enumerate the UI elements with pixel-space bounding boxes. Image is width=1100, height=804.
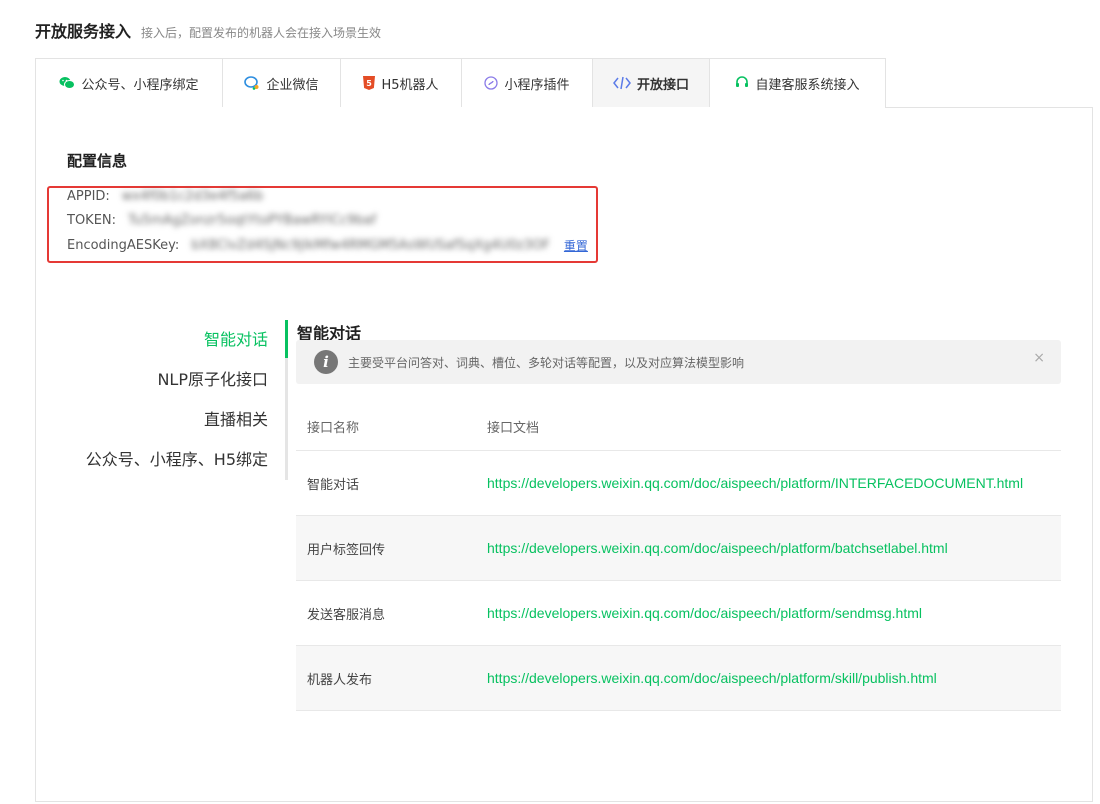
token-value: Tu5mAgZonzr5oqtYtoPYBawRYlCc9baf [128, 213, 377, 228]
aes-key-row: EncodingAESKey: bX8ClvZd4SjNc9jlkMfw4RMG… [67, 237, 588, 254]
info-icon: i [314, 350, 338, 374]
code-icon [613, 76, 631, 90]
api-name: 用户标签回传 [307, 542, 386, 558]
svg-text:5: 5 [367, 79, 373, 88]
miniprogram-icon [484, 76, 499, 90]
table-row: 智能对话 https://developers.weixin.qq.com/do… [296, 451, 1061, 516]
wecom-icon [244, 76, 260, 90]
sidebar-item-nlp[interactable]: NLP原子化接口 [60, 358, 288, 398]
api-name: 智能对话 [307, 477, 360, 493]
appid-value: wx4f0b1c2d3e4f5a6b [121, 189, 264, 204]
table-row: 发送客服消息 https://developers.weixin.qq.com/… [296, 581, 1061, 646]
api-doc-link[interactable]: https://developers.weixin.qq.com/doc/ais… [487, 670, 937, 686]
tab-label: 开放接口 [636, 77, 689, 93]
table-row: 用户标签回传 https://developers.weixin.qq.com/… [296, 516, 1061, 581]
table-row: 机器人发布 https://developers.weixin.qq.com/d… [296, 646, 1061, 711]
token-row: TOKEN: Tu5mAgZonzr5oqtYtoPYBawRYlCc9baf [67, 213, 376, 228]
column-header: 接口文档 [487, 420, 540, 436]
api-doc-link[interactable]: https://developers.weixin.qq.com/doc/ais… [487, 605, 922, 621]
tab-open-api[interactable]: 开放接口 [592, 58, 709, 108]
appid-row: APPID: wx4f0b1c2d3e4f5a6b [67, 189, 263, 204]
tab-label: 自建客服系统接入 [755, 77, 860, 93]
config-title: 配置信息 [67, 152, 128, 170]
tab-bar: 公众号、小程序绑定 企业微信 5 H5机器人 小程序插件 开放接口 自建客服系统… [35, 58, 886, 108]
notice-banner: i 主要受平台问答对、词典、槽位、多轮对话等配置，以及对应算法模型影响 × [296, 340, 1061, 384]
column-header: 接口名称 [307, 420, 360, 436]
sidebar-item-binding[interactable]: 公众号、小程序、H5绑定 [60, 438, 288, 478]
page-title: 开放服务接入 [35, 22, 132, 41]
api-doc-link[interactable]: https://developers.weixin.qq.com/doc/ais… [487, 475, 1023, 491]
headset-icon [735, 76, 749, 90]
api-name: 发送客服消息 [307, 607, 386, 623]
sidebar-item-smart-dialog[interactable]: 智能对话 [60, 318, 288, 358]
tab-h5-robot[interactable]: 5 H5机器人 [340, 58, 461, 108]
close-icon[interactable]: × [1033, 350, 1045, 366]
notice-text: 主要受平台问答对、词典、槽位、多轮对话等配置，以及对应算法模型影响 [348, 355, 745, 370]
api-table: 接口名称 接口文档 智能对话 https://developers.weixin… [296, 402, 1061, 711]
tab-label: 企业微信 [266, 77, 319, 93]
page-header: 开放服务接入 接入后，配置发布的机器人会在接入场景生效 [35, 18, 381, 42]
reset-button[interactable]: 重置 [564, 237, 588, 254]
tab-label: 公众号、小程序绑定 [81, 77, 199, 93]
html5-icon: 5 [363, 76, 376, 90]
sidebar-item-live[interactable]: 直播相关 [60, 398, 288, 438]
token-label: TOKEN: [67, 213, 117, 228]
tab-miniprogram-plugin[interactable]: 小程序插件 [461, 58, 592, 108]
aes-key-value: bX8ClvZd4SjNc9jlkMfw4RMGM5AsWUSafSqXg4U0… [191, 238, 550, 253]
api-name: 机器人发布 [307, 672, 373, 688]
appid-label: APPID: [67, 189, 110, 204]
tab-label: H5机器人 [381, 77, 439, 93]
divider [885, 107, 1093, 108]
api-doc-link[interactable]: https://developers.weixin.qq.com/doc/ais… [487, 540, 948, 556]
tab-wecom[interactable]: 企业微信 [222, 58, 340, 108]
sidebar: 智能对话 NLP原子化接口 直播相关 公众号、小程序、H5绑定 [60, 318, 288, 478]
tab-label: 小程序插件 [504, 77, 570, 93]
aes-key-label: EncodingAESKey: [67, 238, 180, 253]
page-subtitle: 接入后，配置发布的机器人会在接入场景生效 [141, 26, 382, 40]
wechat-icon [59, 76, 76, 90]
tab-custom-service[interactable]: 自建客服系统接入 [709, 58, 886, 108]
table-header: 接口名称 接口文档 [296, 402, 1061, 451]
tab-wechat-binding[interactable]: 公众号、小程序绑定 [35, 58, 222, 108]
